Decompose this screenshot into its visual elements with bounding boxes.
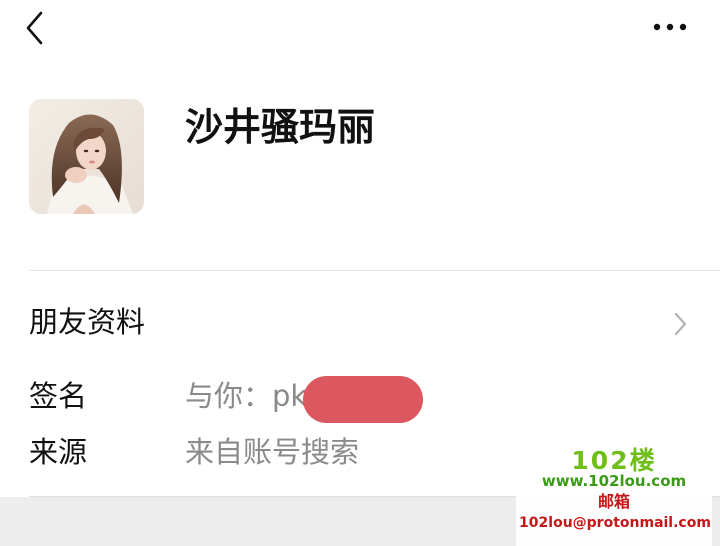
signature-value: 与你：pk	[185, 379, 308, 413]
more-options-button[interactable]	[648, 14, 692, 40]
chevron-right-icon	[674, 312, 687, 336]
profile-name: 沙井骚玛丽	[185, 105, 376, 149]
signature-label: 签名	[29, 379, 88, 413]
source-label: 来源	[29, 435, 88, 469]
watermark-email: 102lou@protonmail.com	[519, 515, 711, 531]
source-value: 来自账号搜索	[185, 435, 360, 469]
watermark-mail-label: 邮箱	[597, 492, 630, 511]
chevron-left-icon	[26, 11, 43, 45]
contact-profile-screen: 沙井骚玛丽 朋友资料 签名 与你：pk 来源 来自账号搜索 102楼 www.1…	[0, 0, 720, 546]
redaction-mark	[303, 376, 423, 423]
friend-info-row[interactable]: 朋友资料	[0, 290, 720, 356]
avatar-photo	[29, 99, 144, 214]
more-dots-icon	[653, 23, 687, 31]
watermark: 102楼 www.102lou.com 邮箱 102lou@protonmail…	[516, 447, 712, 546]
back-button[interactable]	[18, 8, 58, 48]
friend-info-label: 朋友资料	[29, 305, 146, 339]
section-divider	[29, 270, 720, 271]
watermark-url: www.102lou.com	[541, 472, 687, 490]
avatar[interactable]	[29, 99, 144, 214]
